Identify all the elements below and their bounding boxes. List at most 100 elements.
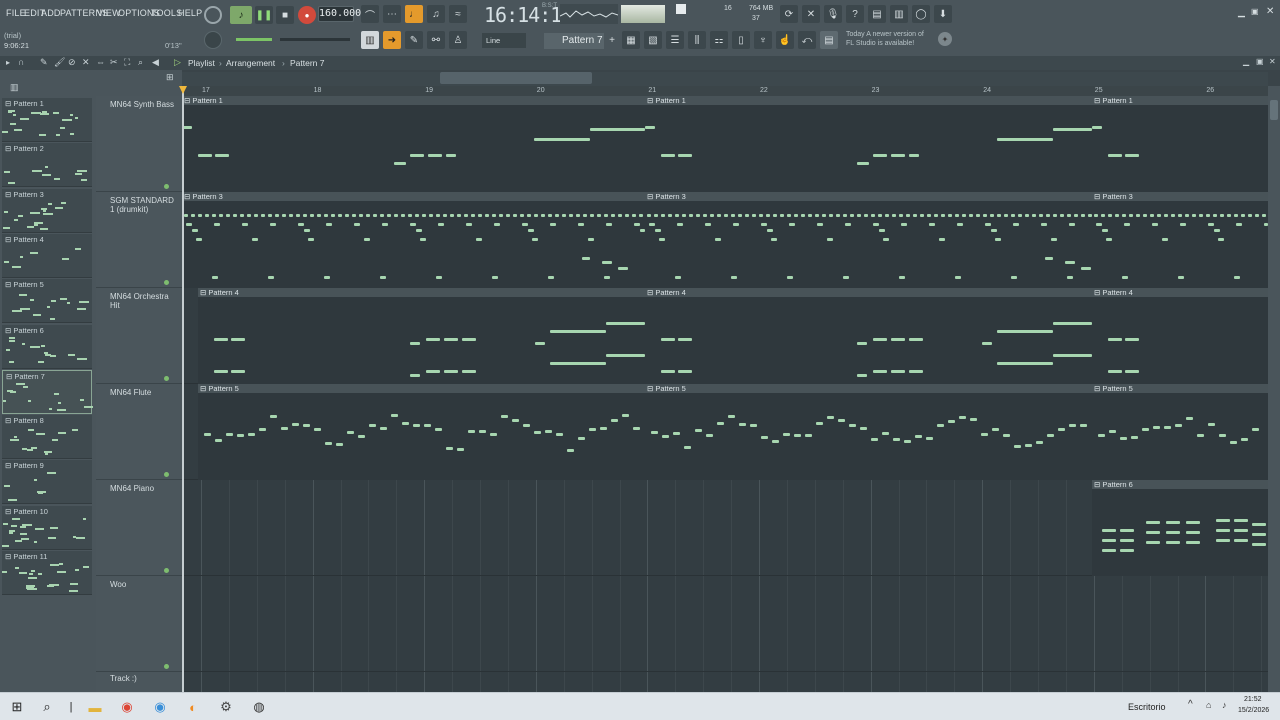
zoom-tool-icon[interactable]: ⌕ (138, 57, 143, 68)
playlist-clip[interactable]: ⊟ Pattern 3 (1092, 192, 1268, 288)
stop-button[interactable]: ■ (276, 6, 294, 24)
menu-file[interactable]: FILE (6, 8, 26, 18)
clock-date[interactable]: 15/2/2026 (1238, 707, 1269, 714)
pattern-thumbnail[interactable]: ⊟ Pattern 11 (2, 551, 92, 595)
track-name[interactable]: MN64 Piano (110, 484, 176, 493)
playhead[interactable] (182, 86, 184, 692)
task-view-icon[interactable]: | (62, 698, 80, 716)
link-icon[interactable]: ⚯ (427, 31, 445, 49)
master-volume-knob[interactable] (204, 31, 222, 49)
search-icon[interactable]: ⌕ (38, 698, 56, 716)
record-button[interactable]: ● (298, 6, 316, 24)
pattern-thumbnail[interactable]: ⊟ Pattern 3 (2, 188, 92, 233)
brush-icon[interactable]: ✎ (405, 31, 423, 49)
pattern-thumbnail[interactable]: ⊟ Pattern 1 (2, 98, 92, 142)
arrow-menu-icon[interactable]: ▸ (6, 58, 10, 67)
network-icon[interactable]: ⌂ (1206, 700, 1211, 710)
step-sequencer-icon[interactable]: ☰ (666, 31, 684, 49)
vertical-scrollbar[interactable] (1268, 86, 1280, 692)
maximize-icon[interactable]: ▣ (1251, 7, 1259, 16)
track-enable-toggle[interactable] (164, 184, 169, 189)
download-icon[interactable]: ⬇ (934, 5, 952, 23)
track-enable-toggle[interactable] (164, 664, 169, 669)
track-name[interactable]: Track :) (110, 674, 176, 683)
window-minimize-icon[interactable]: ▁ (1243, 57, 1249, 66)
pattern-thumbnail[interactable]: ⊟ Pattern 9 (2, 460, 92, 505)
playlist-clip[interactable]: ⊟ Pattern 6 (1092, 480, 1268, 576)
select-tool-icon[interactable]: ⛶ (124, 57, 130, 68)
master-pitch-knob[interactable] (204, 6, 222, 24)
track-enable-toggle[interactable] (164, 472, 169, 477)
pattern-selector[interactable]: Pattern 7 (544, 33, 604, 49)
window-maximize-icon[interactable]: ▣ (1256, 57, 1264, 66)
add-pattern-icon[interactable]: + (606, 31, 618, 49)
tray-chevron-icon[interactable]: ^ (1188, 699, 1193, 710)
piano-roll-icon[interactable]: ▥ (361, 31, 379, 49)
mute-tool-icon[interactable]: ✕ (82, 57, 90, 68)
playlist-clip[interactable]: ⊟ Pattern 5 (645, 384, 1092, 480)
pattern-thumbnail[interactable]: ⊟ Pattern 6 (2, 324, 92, 369)
pattern-thumbnail[interactable]: ⊟ Pattern 4 (2, 233, 92, 278)
slice-tool-icon[interactable]: ✂ (110, 57, 118, 68)
news-icon[interactable]: ✦ (938, 32, 952, 46)
pencil-tool-icon[interactable]: ✎ (40, 57, 48, 68)
playlist-icon[interactable]: ▦ (622, 31, 640, 49)
song-mode-button[interactable]: ♪ (230, 6, 252, 24)
magnet-icon[interactable]: ∩ (18, 57, 24, 67)
desktop-label[interactable]: Escritorio (1128, 702, 1166, 712)
menu-add[interactable]: ADD (41, 8, 61, 18)
plugin-database-icon[interactable]: ♆ (754, 31, 772, 49)
playlist-lanes[interactable]: ⊟ Pattern 1 ⊟ Pattern 1 ⊟ Pattern 1 ⊟ Patte… (182, 96, 1268, 692)
breadcrumb-pattern[interactable]: Pattern 7 (290, 58, 325, 68)
pattern-thumbnail[interactable]: ⊟ Pattern 5 (2, 279, 92, 324)
track-options-icon[interactable]: ⊞ (166, 72, 174, 83)
file-icon[interactable]: ▯ (732, 31, 750, 49)
menu-help[interactable]: HELP (178, 8, 202, 18)
playlist-clip[interactable]: ⊟ Pattern 5 (198, 384, 645, 480)
track-name[interactable]: MN64 Orchestra Hit (110, 292, 176, 310)
channel-rack-icon[interactable]: ▧ (644, 31, 662, 49)
breadcrumb-arrangement[interactable]: Arrangement (226, 58, 275, 68)
playlist-clip[interactable]: ⊟ Pattern 4 (645, 288, 1092, 384)
window-close-icon[interactable]: ✕ (1269, 57, 1276, 66)
track-name[interactable]: MN64 Synth Bass (110, 100, 176, 109)
tempo-display[interactable]: 160.000 (318, 6, 361, 22)
browser-icon[interactable]: ⚏ (710, 31, 728, 49)
pattern-thumbnail[interactable]: ⊟ Pattern 7 (2, 369, 93, 414)
playlist-clip[interactable]: ⊟ Pattern 3 (645, 192, 1092, 288)
chat-icon[interactable]: ◯ (912, 5, 930, 23)
clock-time[interactable]: 21:52 (1244, 696, 1262, 703)
delete-tool-icon[interactable]: ⊘ (68, 57, 76, 68)
close-icon[interactable]: ✕ (1266, 6, 1274, 17)
scroll-thumb[interactable] (1270, 100, 1278, 120)
playlist-clip[interactable]: ⊟ Pattern 5 (1092, 384, 1268, 480)
settings-icon[interactable]: ⚙ (217, 698, 235, 716)
master-volume-slider[interactable] (236, 38, 272, 41)
track-name[interactable]: MN64 Flute (110, 388, 176, 397)
track-enable-toggle[interactable] (164, 376, 169, 381)
step-edit-icon[interactable]: ♫ (427, 5, 445, 23)
pattern-thumbnail[interactable]: ⊟ Pattern 10 (2, 505, 92, 550)
playlist-clip[interactable]: ⊟ Pattern 4 (1092, 288, 1268, 384)
playlist-clip[interactable]: ⊟ Pattern 1 (182, 96, 645, 192)
playlist-clip[interactable]: ⊟ Pattern 4 (198, 288, 645, 384)
volume-icon[interactable]: ♪ (1222, 700, 1227, 710)
blend-notes-icon[interactable]: ≈ (449, 5, 467, 23)
mixer-icon[interactable]: ✕ (802, 5, 820, 23)
refresh-icon[interactable]: ⟳ (780, 5, 798, 23)
playlist-clip[interactable]: ⊟ Pattern 1 (645, 96, 1092, 192)
master-pitch-slider[interactable] (280, 38, 350, 41)
plugin-icon[interactable]: ▥ (890, 5, 908, 23)
track-enable-toggle[interactable] (164, 280, 169, 285)
help-icon[interactable]: ? (846, 5, 864, 23)
piano-keys-icon[interactable]: ▥ (10, 82, 19, 93)
pattern-thumbnail[interactable]: ⊟ Pattern 8 (2, 415, 92, 460)
chrome-icon[interactable]: ◉ (118, 698, 136, 716)
tempo-tapper-icon[interactable]: ☝ (776, 31, 794, 49)
playback-tool-icon[interactable]: ◀ (152, 57, 159, 68)
metronome-icon[interactable]: ⌒ (361, 5, 379, 23)
track-name[interactable]: SGM STANDARD 1 (drumkit) (110, 196, 176, 214)
snap-select[interactable]: Line (482, 33, 526, 48)
slip-tool-icon[interactable]: ⇔ (96, 57, 105, 67)
save-icon[interactable]: ▤ (868, 5, 886, 23)
